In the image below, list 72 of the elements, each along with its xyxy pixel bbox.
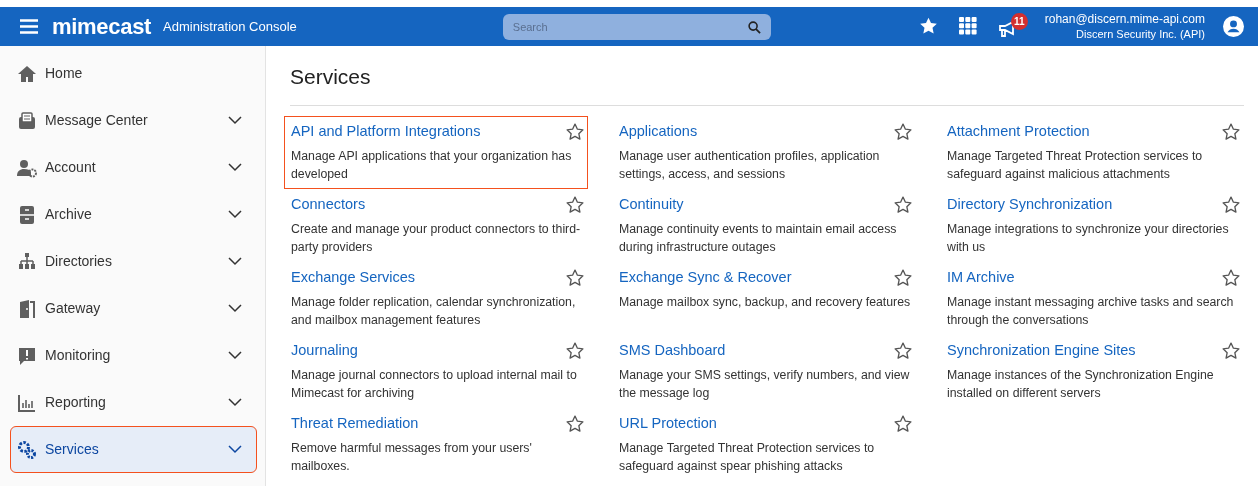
star-icon[interactable] xyxy=(893,341,913,362)
star-icon[interactable] xyxy=(893,195,913,216)
service-link[interactable]: Threat Remediation xyxy=(291,413,419,435)
star-icon[interactable] xyxy=(893,414,913,435)
star-icon[interactable] xyxy=(1221,268,1241,289)
service-description: Remove harmful messages from your users' mailboxes. xyxy=(291,439,533,475)
gears-icon xyxy=(17,439,37,460)
brand-logo[interactable]: mimecast xyxy=(52,15,152,38)
user-avatar-icon[interactable] xyxy=(1223,16,1244,37)
service-description: Manage user authentication profiles, application settings, access, and sessions xyxy=(619,147,881,183)
app-title: Administration Console xyxy=(163,17,297,36)
alert-icon xyxy=(17,345,37,366)
sidebar-item[interactable]: Home xyxy=(10,50,257,97)
star-icon[interactable] xyxy=(565,122,585,143)
envelope-icon xyxy=(17,110,37,131)
service-description: Create and manage your product connectors to third-party providers xyxy=(291,220,582,256)
notification-count: 11 xyxy=(1010,13,1028,31)
sidebar-item[interactable]: Reporting xyxy=(10,379,257,426)
page-title: Services xyxy=(290,64,1244,107)
service-description: Manage integrations to synchronize your directories with us xyxy=(947,220,1230,256)
sidebar-item[interactable]: Directories xyxy=(10,238,257,285)
star-icon[interactable] xyxy=(893,122,913,143)
service-link[interactable]: Applications xyxy=(619,121,698,143)
service-link[interactable]: Attachment Protection xyxy=(947,121,1090,143)
service-link[interactable]: URL Protection xyxy=(619,413,717,435)
sidebar-item[interactable]: Monitoring xyxy=(10,332,257,379)
service-link[interactable]: Directory Synchronization xyxy=(947,194,1113,216)
bar-chart-icon xyxy=(17,392,37,413)
sidebar-item[interactable]: Archive xyxy=(10,191,257,238)
service-description: Manage instances of the Synchronization Engine installed on different servers xyxy=(947,366,1215,402)
menu-icon[interactable] xyxy=(20,19,38,34)
service-description: Manage journal connectors to upload internal mail to Mimecast for archiving xyxy=(291,366,578,402)
service-description: Manage mailbox sync, backup, and recovery features xyxy=(619,293,912,311)
star-icon[interactable] xyxy=(565,268,585,289)
service-description: Manage Targeted Threat Protection services to safeguard against spear phishing attacks xyxy=(619,439,876,475)
service-link[interactable]: IM Archive xyxy=(947,267,1015,289)
service-description: Manage folder replication, calendar synchronization, and mailbox management features xyxy=(291,293,577,329)
star-icon[interactable] xyxy=(565,195,585,216)
user-gear-icon xyxy=(17,157,37,178)
hierarchy-icon xyxy=(17,251,37,272)
sidebar-item[interactable]: Account xyxy=(10,144,257,191)
app-grid-icon[interactable] xyxy=(958,17,977,36)
star-icon[interactable] xyxy=(1221,122,1241,143)
service-link[interactable]: Continuity xyxy=(619,194,684,216)
service-link[interactable]: Synchronization Engine Sites xyxy=(947,340,1136,362)
search-icon[interactable] xyxy=(747,20,761,34)
search-field[interactable]: Search xyxy=(502,13,771,40)
user-email: rohan@discern.mime-api.com xyxy=(1044,11,1205,28)
service-description: Manage instant messaging archive tasks and search through the conversations xyxy=(947,293,1235,329)
star-icon[interactable] xyxy=(565,414,585,435)
service-link[interactable]: SMS Dashboard xyxy=(619,340,726,362)
star-icon[interactable] xyxy=(1221,195,1241,216)
service-link[interactable]: Exchange Sync & Recover xyxy=(619,267,792,289)
cabinet-icon xyxy=(17,204,37,225)
star-icon[interactable] xyxy=(893,268,913,289)
organization-name: Discern Security Inc. (API) xyxy=(1075,27,1205,42)
service-description: Manage Targeted Threat Protection services to safeguard against malicious attachments xyxy=(947,147,1204,183)
sidebar-item[interactable]: Services xyxy=(10,426,257,473)
service-description: Manage continuity events to maintain email access during infrastructure outages xyxy=(619,220,898,256)
sidebar-item[interactable]: Gateway xyxy=(10,285,257,332)
star-icon[interactable] xyxy=(1221,341,1241,362)
service-description: Manage your SMS settings, verify numbers, and view the message log xyxy=(619,366,911,402)
service-link[interactable]: API and Platform Integrations xyxy=(291,121,481,143)
star-icon[interactable] xyxy=(565,341,585,362)
megaphone-icon[interactable] xyxy=(998,20,1015,39)
door-icon xyxy=(17,298,37,319)
service-link[interactable]: Journaling xyxy=(291,340,358,362)
home-icon xyxy=(17,63,37,84)
sidebar-item[interactable]: Message Center xyxy=(10,97,257,144)
service-link[interactable]: Connectors xyxy=(291,194,366,216)
service-link[interactable]: Exchange Services xyxy=(291,267,416,289)
service-description: Manage API applications that your organization has developed xyxy=(291,147,573,183)
